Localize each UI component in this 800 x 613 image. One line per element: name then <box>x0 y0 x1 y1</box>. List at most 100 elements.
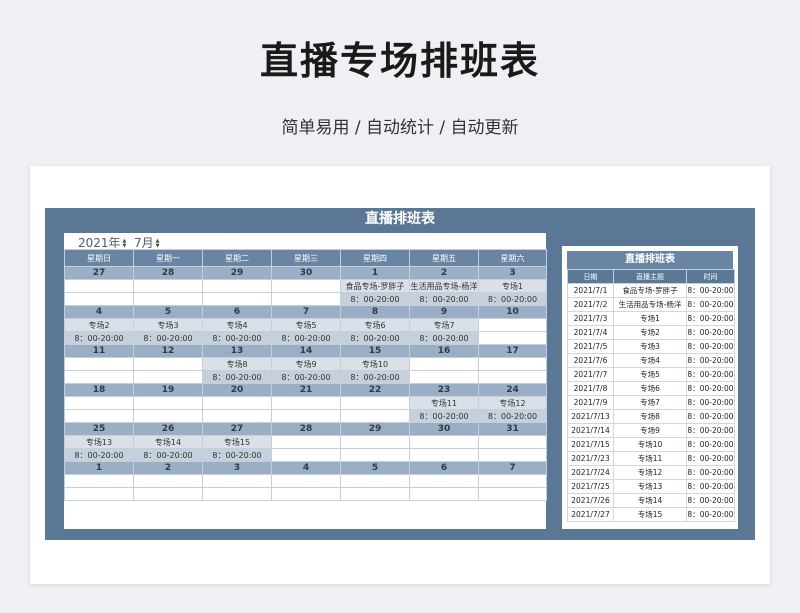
calendar-date-cell[interactable]: 3 <box>478 266 547 280</box>
list-date-cell[interactable]: 2021/7/26 <box>567 493 614 508</box>
year-spinner-icon[interactable]: ▲ ▼ <box>123 238 127 249</box>
calendar-time-cell[interactable] <box>133 487 203 501</box>
list-topic-cell[interactable]: 食品专场-罗胖子 <box>613 283 687 298</box>
list-time-cell[interactable]: 8：00-20:00 <box>686 381 735 396</box>
calendar-date-cell[interactable]: 6 <box>202 305 272 319</box>
calendar-event-cell[interactable] <box>271 396 341 410</box>
calendar-time-cell[interactable]: 8：00-20:00 <box>340 292 410 306</box>
calendar-time-cell[interactable]: 8：00-20:00 <box>409 331 479 345</box>
list-topic-cell[interactable]: 专场8 <box>613 409 687 424</box>
list-topic-cell[interactable]: 专场5 <box>613 367 687 382</box>
calendar-date-cell[interactable]: 29 <box>202 266 272 280</box>
calendar-event-cell[interactable] <box>409 474 479 488</box>
calendar-date-cell[interactable]: 27 <box>202 422 272 436</box>
list-time-cell[interactable]: 8：00-20:00 <box>686 353 735 368</box>
calendar-time-cell[interactable] <box>409 487 479 501</box>
calendar-date-cell[interactable]: 25 <box>64 422 134 436</box>
calendar-event-cell[interactable]: 生活用品专场-杨洋 <box>409 279 479 293</box>
calendar-time-cell[interactable] <box>133 292 203 306</box>
list-time-cell[interactable]: 8：00-20:00 <box>686 437 735 452</box>
calendar-event-cell[interactable] <box>340 435 410 449</box>
list-time-cell[interactable]: 8：00-20:00 <box>686 479 735 494</box>
list-topic-cell[interactable]: 专场15 <box>613 507 687 522</box>
calendar-date-cell[interactable]: 11 <box>64 344 134 358</box>
calendar-time-cell[interactable]: 8：00-20:00 <box>340 331 410 345</box>
list-date-cell[interactable]: 2021/7/5 <box>567 339 614 354</box>
calendar-event-cell[interactable]: 专场15 <box>202 435 272 449</box>
calendar-date-cell[interactable]: 5 <box>133 305 203 319</box>
calendar-event-cell[interactable] <box>202 279 272 293</box>
calendar-event-cell[interactable] <box>271 474 341 488</box>
calendar-date-cell[interactable]: 19 <box>133 383 203 397</box>
list-date-cell[interactable]: 2021/7/13 <box>567 409 614 424</box>
calendar-date-cell[interactable]: 12 <box>133 344 203 358</box>
calendar-date-cell[interactable]: 3 <box>202 461 272 475</box>
calendar-event-cell[interactable]: 专场1 <box>478 279 547 293</box>
list-topic-cell[interactable]: 专场10 <box>613 437 687 452</box>
month-spinner-icon[interactable]: ▲ ▼ <box>156 238 160 249</box>
calendar-date-cell[interactable]: 4 <box>64 305 134 319</box>
calendar-event-cell[interactable]: 专场5 <box>271 318 341 332</box>
calendar-date-cell[interactable]: 14 <box>271 344 341 358</box>
list-topic-cell[interactable]: 专场4 <box>613 353 687 368</box>
calendar-event-cell[interactable]: 专场9 <box>271 357 341 371</box>
calendar-time-cell[interactable]: 8：00-20:00 <box>202 331 272 345</box>
calendar-date-cell[interactable]: 18 <box>64 383 134 397</box>
calendar-time-cell[interactable] <box>64 370 134 384</box>
list-time-cell[interactable]: 8：00-20:00 <box>686 465 735 480</box>
calendar-event-cell[interactable] <box>271 435 341 449</box>
calendar-date-cell[interactable]: 7 <box>271 305 341 319</box>
calendar-time-cell[interactable] <box>202 409 272 423</box>
list-date-cell[interactable]: 2021/7/27 <box>567 507 614 522</box>
list-time-cell[interactable]: 8：00-20:00 <box>686 339 735 354</box>
calendar-date-cell[interactable]: 2 <box>409 266 479 280</box>
list-date-cell[interactable]: 2021/7/15 <box>567 437 614 452</box>
calendar-event-cell[interactable] <box>478 474 547 488</box>
list-date-cell[interactable]: 2021/7/2 <box>567 297 614 312</box>
calendar-event-cell[interactable]: 专场8 <box>202 357 272 371</box>
calendar-event-cell[interactable]: 专场7 <box>409 318 479 332</box>
list-topic-cell[interactable]: 专场2 <box>613 325 687 340</box>
calendar-date-cell[interactable]: 5 <box>340 461 410 475</box>
calendar-time-cell[interactable] <box>478 370 547 384</box>
calendar-event-cell[interactable]: 专场10 <box>340 357 410 371</box>
list-time-cell[interactable]: 8：00-20:00 <box>686 325 735 340</box>
calendar-date-cell[interactable]: 4 <box>271 461 341 475</box>
calendar-event-cell[interactable] <box>478 357 547 371</box>
calendar-time-cell[interactable] <box>478 331 547 345</box>
list-time-cell[interactable]: 8：00-20:00 <box>686 283 735 298</box>
list-date-cell[interactable]: 2021/7/4 <box>567 325 614 340</box>
calendar-event-cell[interactable]: 专场3 <box>133 318 203 332</box>
list-time-cell[interactable]: 8：00-20:00 <box>686 297 735 312</box>
calendar-date-cell[interactable]: 8 <box>340 305 410 319</box>
calendar-date-cell[interactable]: 30 <box>271 266 341 280</box>
calendar-time-cell[interactable] <box>340 448 410 462</box>
calendar-event-cell[interactable] <box>478 435 547 449</box>
calendar-event-cell[interactable] <box>133 357 203 371</box>
calendar-date-cell[interactable]: 1 <box>64 461 134 475</box>
list-date-cell[interactable]: 2021/7/8 <box>567 381 614 396</box>
calendar-event-cell[interactable] <box>271 279 341 293</box>
list-time-cell[interactable]: 8：00-20:00 <box>686 451 735 466</box>
list-topic-cell[interactable]: 专场11 <box>613 451 687 466</box>
calendar-date-cell[interactable]: 31 <box>478 422 547 436</box>
list-time-cell[interactable]: 8：00-20:00 <box>686 367 735 382</box>
calendar-time-cell[interactable] <box>409 370 479 384</box>
list-topic-cell[interactable]: 专场1 <box>613 311 687 326</box>
calendar-time-cell[interactable]: 8：00-20:00 <box>478 292 547 306</box>
calendar-event-cell[interactable] <box>409 357 479 371</box>
calendar-event-cell[interactable] <box>409 435 479 449</box>
calendar-event-cell[interactable]: 食品专场-罗胖子 <box>340 279 410 293</box>
calendar-event-cell[interactable]: 专场2 <box>64 318 134 332</box>
calendar-date-cell[interactable]: 9 <box>409 305 479 319</box>
calendar-event-cell[interactable]: 专场12 <box>478 396 547 410</box>
calendar-date-cell[interactable]: 6 <box>409 461 479 475</box>
calendar-event-cell[interactable] <box>64 474 134 488</box>
calendar-date-cell[interactable]: 29 <box>340 422 410 436</box>
calendar-time-cell[interactable]: 8：00-20:00 <box>271 331 341 345</box>
calendar-date-cell[interactable]: 30 <box>409 422 479 436</box>
calendar-time-cell[interactable] <box>478 487 547 501</box>
calendar-time-cell[interactable] <box>133 370 203 384</box>
calendar-event-cell[interactable] <box>133 396 203 410</box>
list-date-cell[interactable]: 2021/7/14 <box>567 423 614 438</box>
